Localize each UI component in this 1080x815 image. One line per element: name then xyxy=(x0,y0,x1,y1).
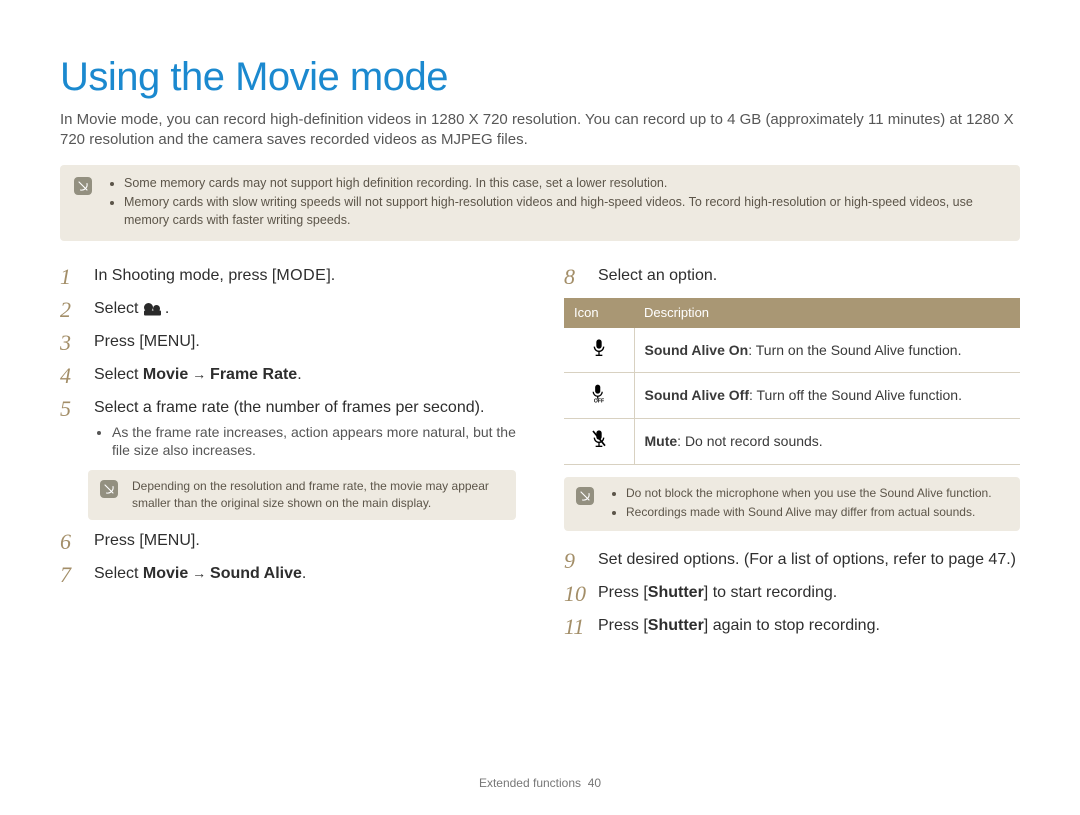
note-list: Some memory cards may not support high d… xyxy=(106,175,1006,232)
step-5: 5 Select a frame rate (the number of fra… xyxy=(60,397,516,460)
step-text: Select xyxy=(94,565,143,582)
svg-text:OFF: OFF xyxy=(594,399,604,403)
step-3: 3 Press [MENU]. xyxy=(60,331,516,354)
sub-bullet: As the frame rate increases, action appe… xyxy=(112,423,516,461)
table-row: OFF Sound Alive Off: Turn off the Sound … xyxy=(564,373,1020,419)
step-number: 1 xyxy=(60,265,84,288)
step-text: Press [ xyxy=(598,584,648,601)
note-box-top: Some memory cards may not support high d… xyxy=(60,165,1020,242)
page-title: Using the Movie mode xyxy=(60,50,1020,104)
step-text: . xyxy=(302,565,306,582)
step-text: . xyxy=(297,366,301,383)
step-2: 2 Select . xyxy=(60,298,516,321)
note-list: Do not block the microphone when you use… xyxy=(608,485,992,523)
note-icon xyxy=(576,487,594,505)
step-8: 8 Select an option. xyxy=(564,265,1020,288)
table-header-icon: Icon xyxy=(564,298,634,328)
step-number: 11 xyxy=(564,615,588,638)
mic-mute-icon xyxy=(590,436,608,452)
step-number: 2 xyxy=(60,298,84,321)
note-item: Do not block the microphone when you use… xyxy=(626,485,992,502)
arrow-icon: → xyxy=(188,565,210,581)
step-number: 5 xyxy=(60,397,84,420)
step-number: 10 xyxy=(564,582,588,605)
footer-page-number: 40 xyxy=(588,776,601,790)
key-menu: MENU xyxy=(144,532,191,549)
note-item: Some memory cards may not support high d… xyxy=(124,175,1006,193)
cell-bold: Mute xyxy=(645,433,678,449)
note-item: Memory cards with slow writing speeds wi… xyxy=(124,194,1006,229)
key-mode: MODE xyxy=(276,267,326,284)
emph: Frame Rate xyxy=(210,366,297,383)
step-9: 9 Set desired options. (For a list of op… xyxy=(564,549,1020,572)
emph: Sound Alive xyxy=(210,565,302,582)
step-11: 11 Press [Shutter] again to stop recordi… xyxy=(564,615,1020,638)
step-number: 4 xyxy=(60,364,84,387)
cell-rest: : Turn on the Sound Alive function. xyxy=(748,342,961,358)
arrow-icon: → xyxy=(188,366,210,382)
emph: Movie xyxy=(143,565,188,582)
note-icon xyxy=(100,480,118,498)
right-column: 8 Select an option. Icon Description xyxy=(564,257,1020,648)
step-text: Press [ xyxy=(598,617,648,634)
step-text: In Shooting mode, press [ xyxy=(94,267,276,284)
key-menu: MENU xyxy=(144,333,191,350)
step-number: 9 xyxy=(564,549,588,572)
step-text: . xyxy=(165,300,169,317)
step-text: ]. xyxy=(326,267,335,284)
step-number: 3 xyxy=(60,331,84,354)
note-text: Depending on the resolution and frame ra… xyxy=(132,478,504,512)
emph: Movie xyxy=(143,366,188,383)
table-header-desc: Description xyxy=(634,298,1020,328)
intro-text: In Movie mode, you can record high-defin… xyxy=(60,110,1020,151)
step-text: ] again to stop recording. xyxy=(704,617,880,634)
note-item: Recordings made with Sound Alive may dif… xyxy=(626,504,992,521)
note-box-nested: Depending on the resolution and frame ra… xyxy=(88,470,516,520)
step-text: Select xyxy=(94,366,143,383)
step-4: 4 Select Movie → Frame Rate. xyxy=(60,364,516,387)
step-text: ]. xyxy=(191,333,200,350)
step-text: Select xyxy=(94,300,143,317)
key-shutter: Shutter xyxy=(648,617,704,634)
step-1: 1 In Shooting mode, press [MODE]. xyxy=(60,265,516,288)
step-number: 6 xyxy=(60,530,84,553)
cell-bold: Sound Alive On xyxy=(645,342,749,358)
cell-rest: : Turn off the Sound Alive function. xyxy=(749,387,962,403)
step-text: ] to start recording. xyxy=(704,584,837,601)
step-number: 7 xyxy=(60,563,84,586)
key-shutter: Shutter xyxy=(648,584,704,601)
step-10: 10 Press [Shutter] to start recording. xyxy=(564,582,1020,605)
step-text: Set desired options. (For a list of opti… xyxy=(598,549,1020,571)
step-text: Select an option. xyxy=(598,265,1020,287)
footer-section: Extended functions xyxy=(479,776,581,790)
note-icon xyxy=(74,177,92,195)
cell-rest: : Do not record sounds. xyxy=(677,433,823,449)
page-footer: Extended functions 40 xyxy=(0,775,1080,791)
mic-on-icon xyxy=(590,345,608,361)
step-7: 7 Select Movie → Sound Alive. xyxy=(60,563,516,586)
left-column: 1 In Shooting mode, press [MODE]. 2 Sele… xyxy=(60,257,516,648)
cell-bold: Sound Alive Off xyxy=(645,387,749,403)
sound-alive-table: Icon Description Sound Alive On: Turn on… xyxy=(564,298,1020,465)
mic-off-icon: OFF xyxy=(590,390,608,406)
table-row: Mute: Do not record sounds. xyxy=(564,419,1020,465)
step-6: 6 Press [MENU]. xyxy=(60,530,516,553)
step-text: ]. xyxy=(191,532,200,549)
movie-mode-icon xyxy=(143,301,165,317)
step-text: Press [ xyxy=(94,333,144,350)
step-number: 8 xyxy=(564,265,588,288)
step-text: Press [ xyxy=(94,532,144,549)
note-box-right: Do not block the microphone when you use… xyxy=(564,477,1020,531)
step-text: Select a frame rate (the number of frame… xyxy=(94,399,484,416)
table-row: Sound Alive On: Turn on the Sound Alive … xyxy=(564,328,1020,373)
